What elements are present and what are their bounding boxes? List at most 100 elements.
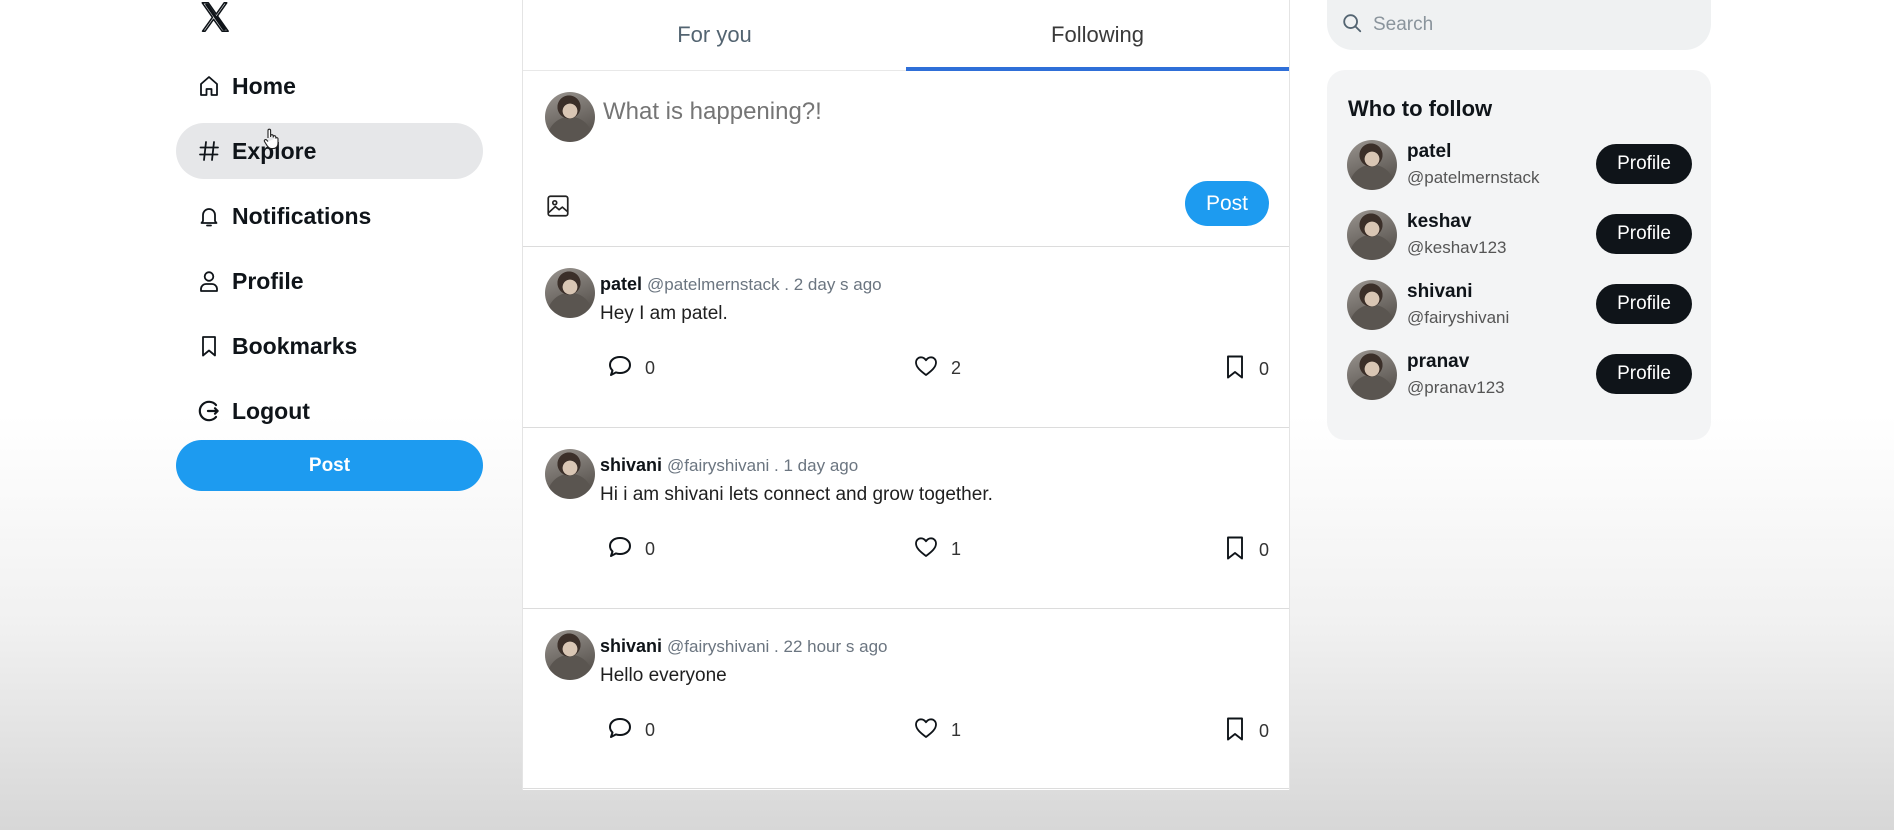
reply-count: 0 bbox=[645, 358, 656, 378]
profile-button[interactable]: Profile bbox=[1596, 144, 1692, 184]
bell-icon bbox=[196, 203, 222, 229]
avatar bbox=[1347, 280, 1397, 330]
x-logo-icon[interactable] bbox=[198, 0, 232, 34]
like-count: 2 bbox=[951, 358, 962, 378]
bookmark-icon bbox=[196, 333, 222, 359]
tweet-meta: @fairyshivani . 1 day ago bbox=[667, 456, 859, 475]
sidebar-item-notifications[interactable]: Notifications bbox=[176, 188, 483, 244]
tweet[interactable]: patel @patelmernstack . 2 day s ago Hey … bbox=[523, 247, 1289, 428]
suggestion-name: shivani bbox=[1407, 281, 1473, 302]
tweet-composer: Post bbox=[523, 71, 1289, 247]
bookmark-count: 0 bbox=[1259, 540, 1270, 560]
like-button[interactable]: 1 bbox=[913, 716, 961, 745]
hashtag-icon bbox=[196, 138, 222, 164]
who-to-follow-title: Who to follow bbox=[1348, 96, 1493, 121]
compose-post-button[interactable]: Post bbox=[1185, 181, 1269, 226]
bookmark-button[interactable]: 0 bbox=[1223, 716, 1269, 747]
avatar bbox=[1347, 210, 1397, 260]
heart-icon bbox=[913, 535, 939, 564]
feed-tabs: For you Following bbox=[523, 0, 1289, 71]
avatar bbox=[1347, 140, 1397, 190]
tweet-text: Hi i am shivani lets connect and grow to… bbox=[600, 484, 993, 505]
image-icon[interactable] bbox=[545, 193, 571, 219]
sidebar-item-label: Home bbox=[232, 72, 296, 99]
suggestion-name: pranav bbox=[1407, 351, 1470, 372]
avatar bbox=[545, 449, 595, 499]
sidebar-nav: Home Explore Notifications Profile Bookm… bbox=[176, 58, 483, 448]
reply-count: 0 bbox=[645, 720, 656, 740]
tab-for-you[interactable]: For you bbox=[523, 0, 906, 70]
tweet-header: shivani @fairyshivani . 1 day ago bbox=[600, 455, 858, 476]
tweet[interactable]: shivani @fairyshivani . 1 day ago Hi i a… bbox=[523, 428, 1289, 609]
sidebar-post-button[interactable]: Post bbox=[176, 440, 483, 491]
search-icon bbox=[1341, 12, 1363, 39]
tweet-header: shivani @fairyshivani . 22 hour s ago bbox=[600, 636, 887, 657]
follow-suggestion: keshav @keshav123 Profile bbox=[1347, 207, 1692, 263]
profile-button[interactable]: Profile bbox=[1596, 354, 1692, 394]
suggestion-handle: @patelmernstack bbox=[1407, 168, 1540, 187]
bookmark-icon bbox=[1223, 716, 1247, 747]
tweet-author-name[interactable]: patel bbox=[600, 274, 642, 294]
reply-button[interactable]: 0 bbox=[607, 716, 655, 745]
main-feed: For you Following Post patel @patelmerns… bbox=[522, 0, 1290, 790]
sidebar-item-label: Bookmarks bbox=[232, 332, 358, 359]
like-button[interactable]: 2 bbox=[913, 354, 961, 383]
sidebar-item-bookmarks[interactable]: Bookmarks bbox=[176, 318, 483, 374]
compose-input[interactable] bbox=[603, 98, 1203, 126]
like-count: 1 bbox=[951, 539, 962, 559]
tweet-meta: @patelmernstack . 2 day s ago bbox=[647, 275, 882, 294]
reply-button[interactable]: 0 bbox=[607, 535, 655, 564]
sidebar-item-label: Notifications bbox=[232, 202, 372, 229]
home-icon bbox=[196, 73, 222, 99]
who-to-follow-panel: Who to follow patel @patelmernstack Prof… bbox=[1327, 70, 1711, 440]
like-count: 1 bbox=[951, 720, 962, 740]
heart-icon bbox=[913, 354, 939, 383]
sidebar-item-logout[interactable]: Logout bbox=[176, 383, 483, 439]
avatar bbox=[545, 268, 595, 318]
follow-suggestion: pranav @pranav123 Profile bbox=[1347, 347, 1692, 403]
sidebar-item-home[interactable]: Home bbox=[176, 58, 483, 114]
user-icon bbox=[196, 268, 222, 294]
bookmark-button[interactable]: 0 bbox=[1223, 535, 1269, 566]
heart-icon bbox=[913, 716, 939, 745]
bookmark-icon bbox=[1223, 535, 1247, 566]
comment-icon bbox=[607, 716, 633, 745]
reply-count: 0 bbox=[645, 539, 656, 559]
reply-button[interactable]: 0 bbox=[607, 354, 655, 383]
tab-following[interactable]: Following bbox=[906, 0, 1289, 71]
search-bar[interactable] bbox=[1327, 0, 1711, 50]
search-input[interactable] bbox=[1373, 14, 1693, 36]
comment-icon bbox=[607, 354, 633, 383]
sidebar-item-label: Profile bbox=[232, 267, 304, 294]
avatar bbox=[1347, 350, 1397, 400]
bookmark-count: 0 bbox=[1259, 359, 1270, 379]
hand-cursor-icon bbox=[263, 128, 279, 150]
tweet-author-name[interactable]: shivani bbox=[600, 455, 662, 475]
comment-icon bbox=[607, 535, 633, 564]
profile-button[interactable]: Profile bbox=[1596, 284, 1692, 324]
bookmark-icon bbox=[1223, 354, 1247, 385]
follow-suggestion: patel @patelmernstack Profile bbox=[1347, 137, 1692, 193]
profile-button[interactable]: Profile bbox=[1596, 214, 1692, 254]
like-button[interactable]: 1 bbox=[913, 535, 961, 564]
tweet-author-name[interactable]: shivani bbox=[600, 636, 662, 656]
sidebar-item-profile[interactable]: Profile bbox=[176, 253, 483, 309]
bookmark-count: 0 bbox=[1259, 721, 1270, 741]
suggestion-name: patel bbox=[1407, 141, 1452, 162]
sidebar-item-label: Logout bbox=[232, 397, 310, 424]
bookmark-button[interactable]: 0 bbox=[1223, 354, 1269, 385]
tweet-text: Hello everyone bbox=[600, 665, 727, 686]
tweet-meta: @fairyshivani . 22 hour s ago bbox=[667, 637, 888, 656]
tweet[interactable]: shivani @fairyshivani . 22 hour s ago He… bbox=[523, 609, 1289, 789]
follow-suggestion: shivani @fairyshivani Profile bbox=[1347, 277, 1692, 333]
tweet-header: patel @patelmernstack . 2 day s ago bbox=[600, 274, 882, 295]
logout-icon bbox=[196, 398, 222, 424]
suggestion-handle: @fairyshivani bbox=[1407, 308, 1510, 327]
suggestion-name: keshav bbox=[1407, 211, 1472, 232]
sidebar-item-explore[interactable]: Explore bbox=[176, 123, 483, 179]
suggestion-handle: @keshav123 bbox=[1407, 238, 1507, 257]
tweet-text: Hey I am patel. bbox=[600, 303, 728, 324]
suggestion-handle: @pranav123 bbox=[1407, 378, 1505, 397]
avatar bbox=[545, 92, 595, 142]
avatar bbox=[545, 630, 595, 680]
